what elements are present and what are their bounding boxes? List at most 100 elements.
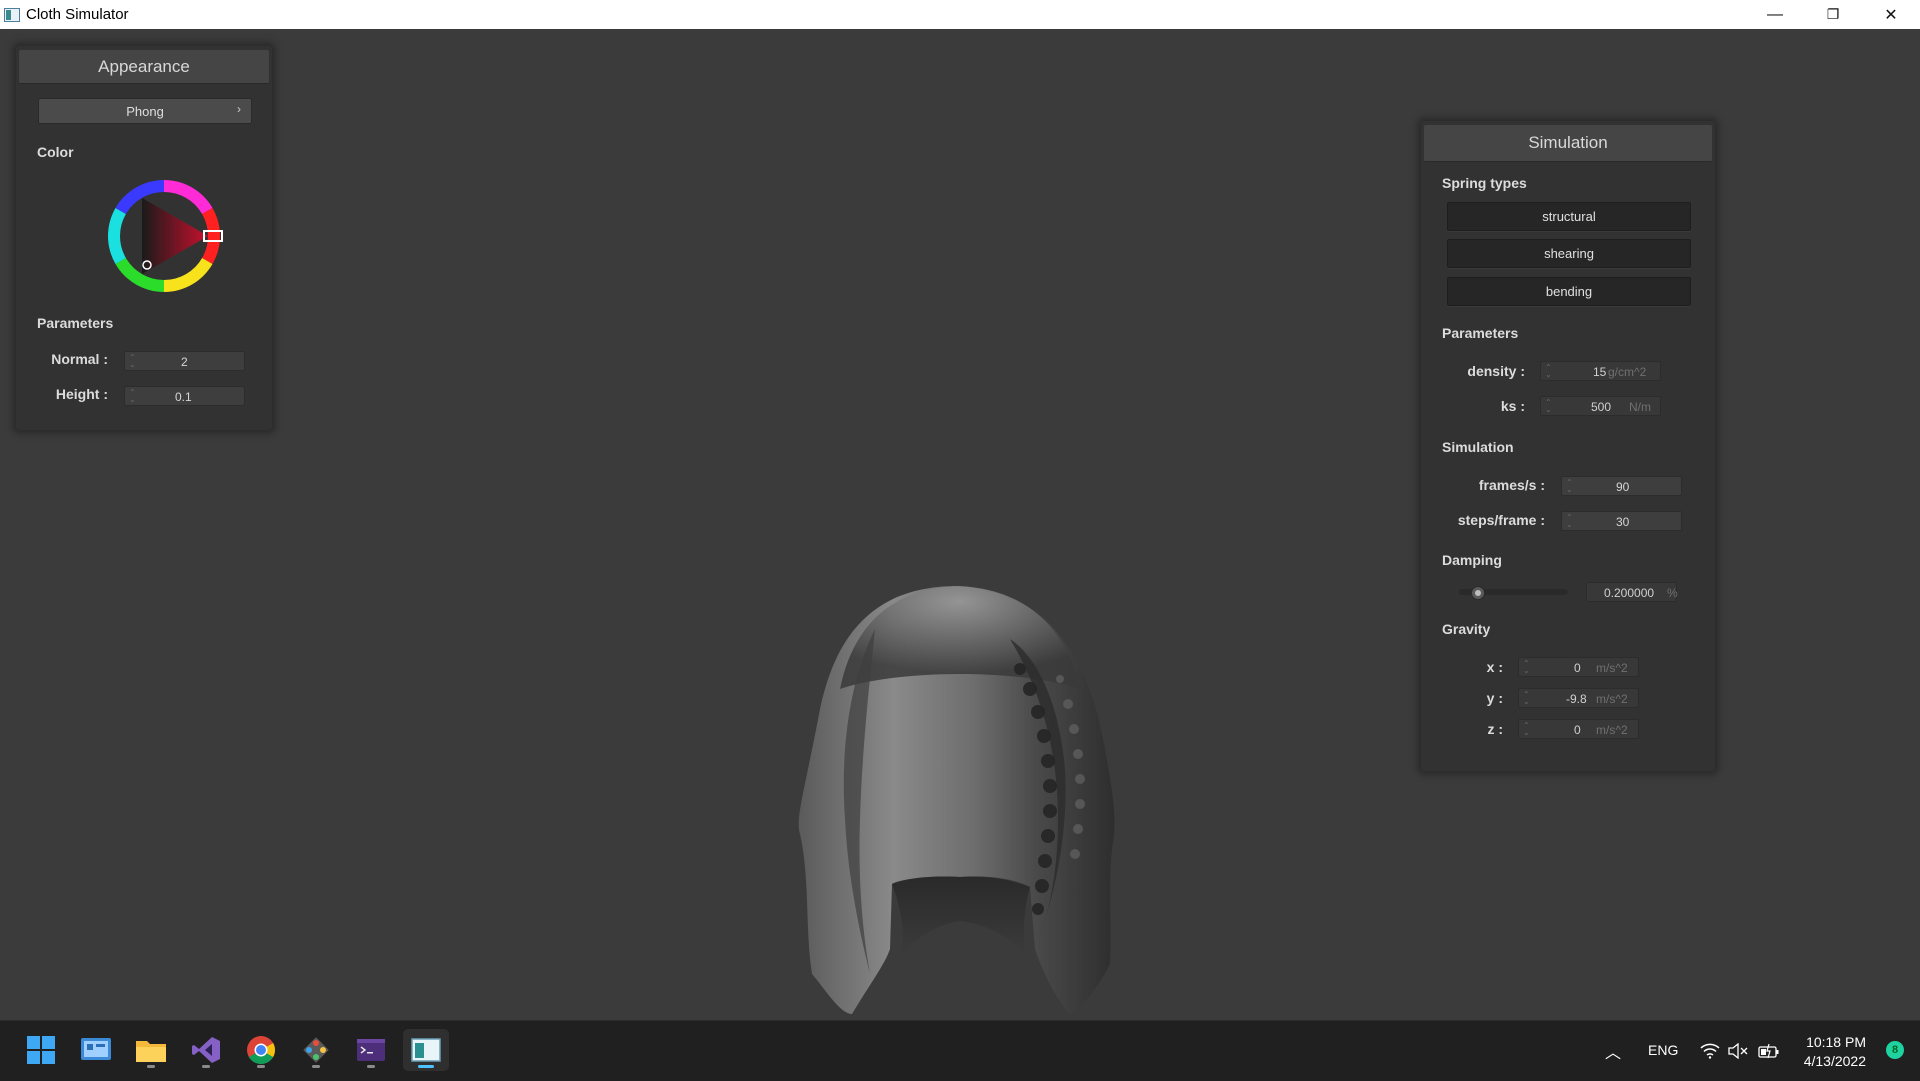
spring-bending-button[interactable]: bending (1447, 277, 1691, 306)
spin-arrows-icon[interactable]: ⌃ ⌄ (1523, 691, 1530, 706)
spin-arrows-icon[interactable]: ⌃ ⌄ (1566, 514, 1573, 529)
control-panel-icon (81, 1038, 111, 1060)
simulation-parameters-label: Parameters (1442, 325, 1519, 341)
spin-arrows-icon[interactable]: ⌃ ⌄ (1566, 479, 1573, 494)
normal-input[interactable]: ⌃ ⌄ 2 (124, 351, 245, 371)
language-indicator[interactable]: ENG (1648, 1042, 1678, 1058)
gravity-z-input[interactable]: ⌃ ⌄ 0 m/s^2 (1518, 719, 1639, 739)
restore-button[interactable]: ❐ (1804, 0, 1862, 29)
chevron-right-icon: › (237, 102, 241, 116)
close-button[interactable]: ✕ (1862, 0, 1920, 29)
ks-unit: N/m (1629, 400, 1651, 414)
wifi-icon[interactable] (1700, 1043, 1720, 1059)
window-controls: — ❐ ✕ (1746, 0, 1920, 29)
gravity-label: Gravity (1442, 621, 1491, 637)
taskbar-file-explorer[interactable] (128, 1029, 174, 1071)
spin-arrows-icon[interactable]: ⌃ ⌄ (129, 354, 136, 369)
spring-types-label: Spring types (1442, 175, 1527, 191)
steps-value: 30 (1616, 515, 1630, 529)
simulation-section-label: Simulation (1442, 439, 1514, 455)
taskbar-control-panel[interactable] (73, 1029, 119, 1071)
height-value: 0.1 (175, 390, 192, 404)
damping-slider-handle[interactable] (1471, 586, 1485, 600)
ks-input[interactable]: ⌃ ⌄ 500 N/m (1540, 396, 1661, 416)
window-titlebar: Cloth Simulator — ❐ ✕ (0, 0, 1920, 29)
gravity-z-unit: m/s^2 (1596, 723, 1628, 737)
clock-time: 10:18 PM (1806, 1034, 1866, 1050)
color-wheel[interactable] (104, 176, 224, 296)
steps-label: steps/frame : (1457, 512, 1545, 528)
height-input[interactable]: ⌃ ⌄ 0.1 (124, 386, 245, 406)
gravity-y-unit: m/s^2 (1596, 692, 1628, 706)
density-input[interactable]: ⌃ ⌄ 15 g/cm^2 (1540, 361, 1661, 381)
chrome-icon (247, 1036, 275, 1064)
gravity-x-input[interactable]: ⌃ ⌄ 0 m/s^2 (1518, 657, 1639, 677)
gravity-x-value: 0 (1574, 661, 1581, 675)
spin-arrows-icon[interactable]: ⌃ ⌄ (1523, 722, 1530, 737)
damping-label: Damping (1442, 552, 1502, 568)
ks-label: ks : (1500, 398, 1525, 414)
terminal-icon (357, 1039, 385, 1061)
normal-label: Normal : (51, 351, 108, 367)
windows-start-icon (27, 1036, 55, 1064)
app-icon (4, 7, 20, 22)
appearance-header: Appearance (19, 50, 269, 84)
cloth-simulator-icon (411, 1038, 441, 1062)
taskbar-git-tool[interactable] (293, 1029, 339, 1071)
system-clock[interactable]: 10:18 PM 4/13/2022 (1804, 1033, 1866, 1071)
gravity-y-value: -9.8 (1566, 692, 1587, 706)
shading-model-value: Phong (126, 103, 164, 119)
simulation-header: Simulation (1424, 125, 1712, 162)
ks-value: 500 (1591, 400, 1612, 414)
volume-muted-icon[interactable] (1728, 1043, 1748, 1059)
spring-structural-button[interactable]: structural (1447, 202, 1691, 231)
damping-input[interactable]: 0.200000 % (1586, 582, 1678, 602)
fps-label: frames/s : (1478, 477, 1545, 493)
spin-arrows-icon[interactable]: ⌃ ⌄ (1545, 399, 1552, 414)
gravity-y-label: y : (1486, 690, 1503, 706)
taskbar-visual-studio[interactable] (183, 1029, 229, 1071)
gravity-z-label: z : (1487, 721, 1503, 737)
gravity-y-input[interactable]: ⌃ ⌄ -9.8 m/s^2 (1518, 688, 1639, 708)
damping-unit: % (1667, 586, 1678, 600)
running-indicator (147, 1065, 155, 1068)
window-title: Cloth Simulator (26, 6, 129, 23)
normal-value: 2 (181, 355, 188, 369)
density-value: 15 (1593, 365, 1607, 379)
spin-arrows-icon[interactable]: ⌃ ⌄ (129, 389, 136, 404)
git-diamond-icon (303, 1037, 329, 1063)
battery-charging-icon[interactable] (1758, 1043, 1780, 1059)
gravity-z-value: 0 (1574, 723, 1581, 737)
appearance-panel: Appearance Phong › Color Parameters Norm… (16, 46, 272, 430)
taskbar-terminal[interactable] (348, 1029, 394, 1071)
color-label: Color (37, 144, 74, 160)
appearance-parameters-label: Parameters (37, 315, 114, 331)
taskbar-chrome[interactable] (238, 1029, 284, 1071)
gravity-x-label: x : (1486, 659, 1503, 675)
notification-badge[interactable]: 8 (1886, 1041, 1904, 1059)
fps-input[interactable]: ⌃ ⌄ 90 (1561, 476, 1682, 496)
clock-date: 4/13/2022 (1803, 1053, 1866, 1069)
running-indicator (312, 1065, 320, 1068)
running-indicator (257, 1065, 265, 1068)
simulation-panel: Simulation Spring types structural shear… (1421, 121, 1715, 771)
steps-input[interactable]: ⌃ ⌄ 30 (1561, 511, 1682, 531)
spin-arrows-icon[interactable]: ⌃ ⌄ (1523, 660, 1530, 675)
spin-arrows-icon[interactable]: ⌃ ⌄ (1545, 364, 1552, 379)
damping-value: 0.200000 (1604, 586, 1655, 600)
shading-model-select[interactable]: Phong › (38, 98, 252, 124)
folder-icon (136, 1041, 166, 1062)
fps-value: 90 (1616, 480, 1630, 494)
height-label: Height : (55, 386, 108, 402)
running-indicator (367, 1065, 375, 1068)
gravity-x-unit: m/s^2 (1596, 661, 1628, 675)
minimize-button[interactable]: — (1746, 0, 1804, 29)
density-unit: g/cm^2 (1608, 365, 1647, 379)
density-label: density : (1467, 363, 1525, 379)
tray-overflow-chevron-up-icon[interactable]: ︿ (1605, 1039, 1621, 1063)
running-indicator (202, 1065, 210, 1068)
taskbar-cloth-simulator[interactable] (403, 1029, 449, 1071)
visual-studio-icon (192, 1037, 220, 1063)
spring-shearing-button[interactable]: shearing (1447, 239, 1691, 268)
start-button[interactable] (18, 1029, 64, 1071)
